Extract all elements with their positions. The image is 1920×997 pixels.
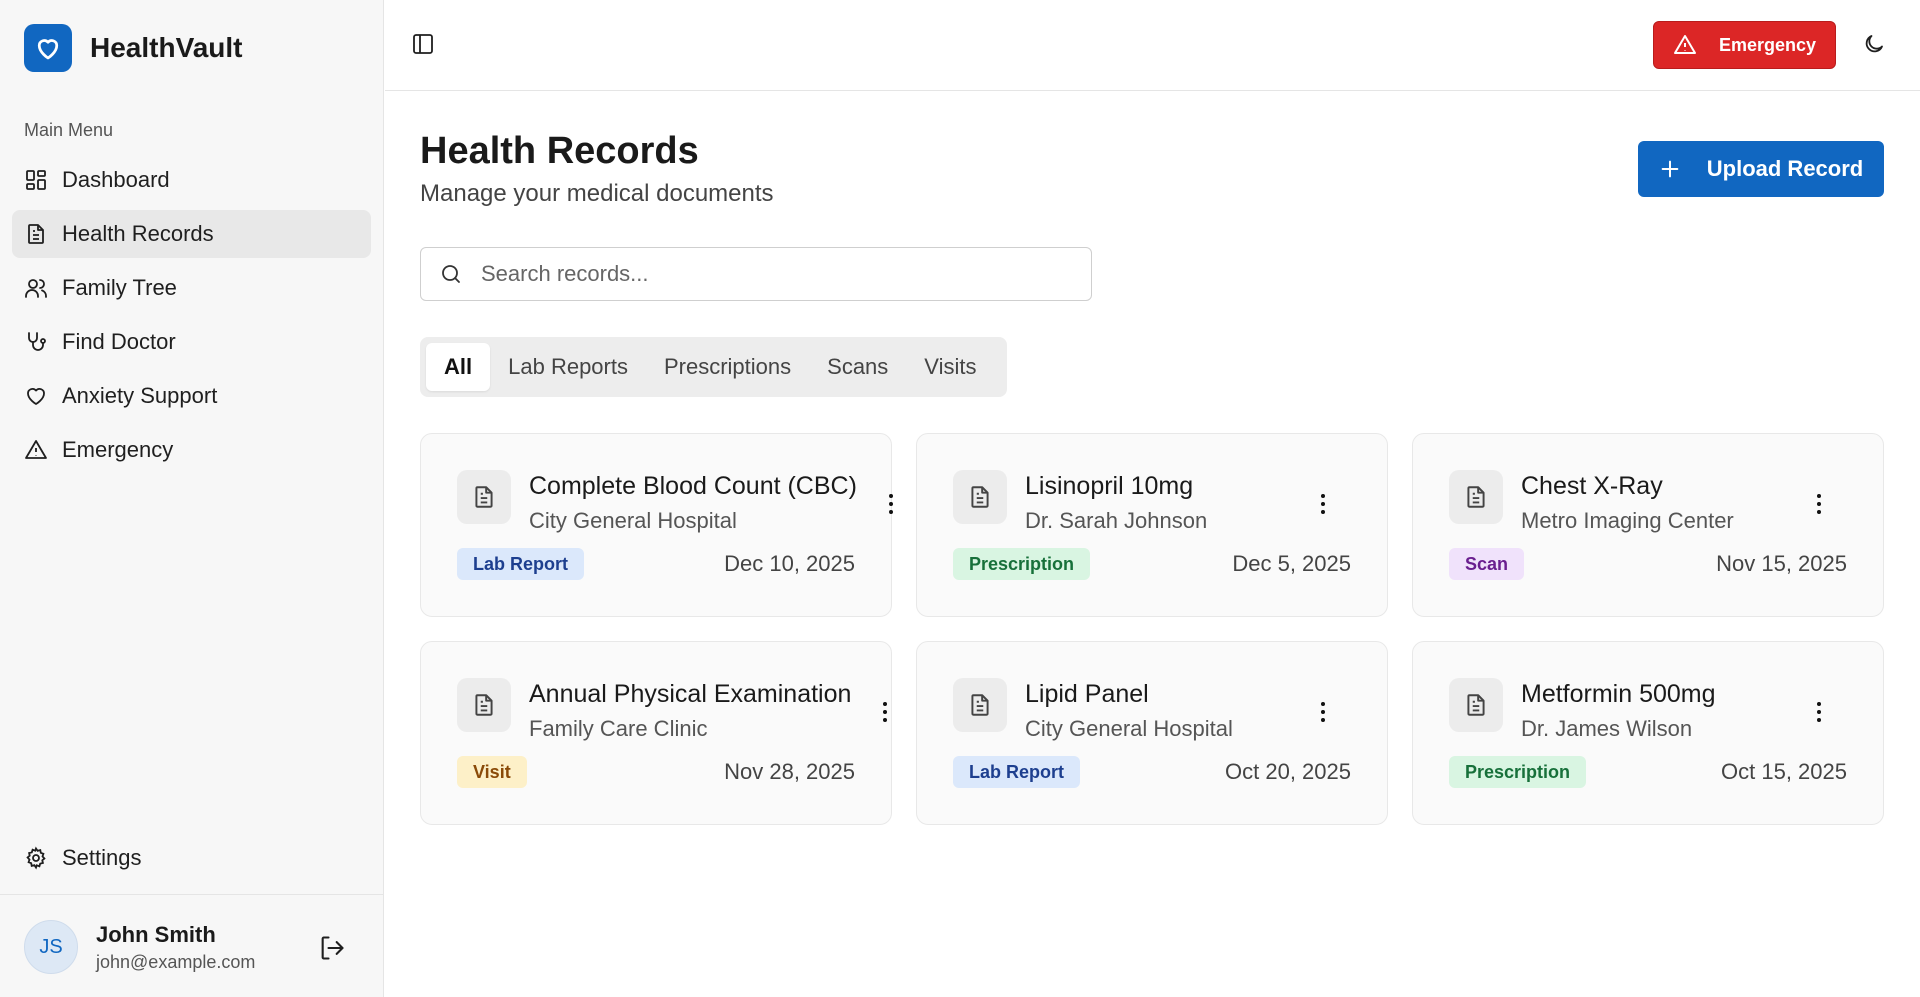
record-title: Lipid Panel [1025,680,1149,708]
dashboard-icon [26,170,46,190]
search-icon [442,265,460,283]
record-title: Lisinopril 10mg [1025,472,1194,500]
tab-lab-reports[interactable]: Lab Reports [490,343,646,391]
record-date: Nov 15, 2025 [1716,551,1847,576]
record-type-badge: Visit [457,756,527,788]
sidebar-item-anxiety-support[interactable]: Anxiety Support [12,372,371,420]
record-date: Nov 28, 2025 [724,759,855,784]
document-icon [1449,470,1503,524]
document-icon [953,470,1007,524]
more-vertical-icon[interactable] [887,492,895,516]
moon-icon[interactable] [1862,32,1886,56]
user-profile[interactable]: JS John Smith john@example.com [24,920,360,974]
main-nav: Dashboard Health Records Family Tree Fin… [12,156,371,480]
record-card[interactable]: Chest X-Ray Metro Imaging Center Scan No… [1412,433,1884,617]
user-name: John Smith [96,921,216,947]
sidebar-item-label: Anxiety Support [62,383,218,408]
sidebar-item-dashboard[interactable]: Dashboard [12,156,371,204]
record-type-badge: Lab Report [953,756,1081,788]
record-date: Oct 15, 2025 [1721,759,1847,784]
sidebar-toggle-icon[interactable] [411,32,435,56]
plus-icon [1661,160,1679,178]
sidebar-item-label: Family Tree [62,275,177,300]
brand[interactable]: HealthVault [24,24,242,72]
divider [0,894,384,895]
logout-icon[interactable] [318,934,346,962]
user-email: john@example.com [96,951,256,972]
brand-name: HealthVault [90,32,243,63]
more-vertical-icon[interactable] [1319,700,1327,724]
tab-scans[interactable]: Scans [809,343,906,391]
alert-triangle-icon [25,440,47,459]
record-source: Dr. James Wilson [1521,716,1693,741]
record-card[interactable]: Complete Blood Count (CBC) City General … [420,433,895,617]
record-source: Dr. Sarah Johnson [1025,508,1208,533]
heart-icon [27,388,45,405]
search-input[interactable] [481,261,1061,287]
more-vertical-icon[interactable] [1319,492,1327,516]
record-type-badge: Prescription [1449,756,1587,788]
record-date: Dec 10, 2025 [724,551,855,576]
page-title: Health Records [420,130,699,172]
heart-icon [24,24,72,72]
record-date: Dec 5, 2025 [1232,551,1351,576]
sidebar-item-health-records[interactable]: Health Records [12,210,371,258]
record-type-badge: Lab Report [457,548,585,580]
document-icon [953,678,1007,732]
record-title: Annual Physical Examination [529,680,852,708]
sidebar-item-label: Dashboard [62,167,170,192]
sidebar-item-label: Emergency [62,437,174,462]
sidebar-item-settings[interactable]: Settings [12,834,371,882]
settings-section: Settings [12,834,371,888]
record-card[interactable]: Lipid Panel City General Hospital Lab Re… [916,641,1388,825]
tab-visits[interactable]: Visits [906,343,994,391]
sidebar-item-emergency[interactable]: Emergency [12,426,371,474]
document-icon [457,470,511,524]
document-icon [1449,678,1503,732]
upload-record-label: Upload Record [1706,156,1864,181]
sidebar-item-family-tree[interactable]: Family Tree [12,264,371,312]
record-type-tabs: All Lab Reports Prescriptions Scans Visi… [420,337,1007,397]
record-title: Metformin 500mg [1521,680,1716,708]
sidebar-item-label: Settings [62,845,142,870]
search-box [420,247,1092,301]
record-card[interactable]: Annual Physical Examination Family Care … [420,641,892,825]
record-source: City General Hospital [529,508,737,533]
sidebar-item-label: Find Doctor [62,329,176,354]
avatar: JS [24,920,78,974]
users-icon [25,279,47,298]
stethoscope-icon [28,332,46,351]
upload-record-button[interactable]: Upload Record [1638,141,1884,197]
record-source: City General Hospital [1025,716,1233,741]
document-icon [28,224,44,244]
tab-all[interactable]: All [426,343,491,391]
top-bar: Emergency [385,0,1920,91]
main-menu-label: Main Menu [24,120,114,140]
record-source: Family Care Clinic [529,716,708,741]
more-vertical-icon[interactable] [881,700,889,724]
more-vertical-icon[interactable] [1815,700,1823,724]
record-source: Metro Imaging Center [1521,508,1734,533]
record-card[interactable]: Metformin 500mg Dr. James Wilson Prescri… [1412,641,1884,825]
emergency-button[interactable]: Emergency [1653,21,1836,69]
alert-triangle-icon [1673,35,1696,54]
record-date: Oct 20, 2025 [1225,759,1351,784]
document-icon [457,678,511,732]
gear-icon [26,846,46,870]
sidebar: HealthVault Main Menu Dashboard Health R… [0,0,384,997]
emergency-button-label: Emergency [1718,34,1817,55]
more-vertical-icon[interactable] [1815,492,1823,516]
sidebar-item-find-doctor[interactable]: Find Doctor [12,318,371,366]
record-type-badge: Prescription [953,548,1091,580]
tab-prescriptions[interactable]: Prescriptions [646,343,809,391]
record-type-badge: Scan [1449,548,1525,580]
sidebar-item-label: Health Records [62,221,214,246]
record-card[interactable]: Lisinopril 10mg Dr. Sarah Johnson Prescr… [916,433,1388,617]
record-title: Chest X-Ray [1521,472,1663,500]
page-subtitle: Manage your medical documents [420,180,774,207]
record-title: Complete Blood Count (CBC) [529,472,857,500]
